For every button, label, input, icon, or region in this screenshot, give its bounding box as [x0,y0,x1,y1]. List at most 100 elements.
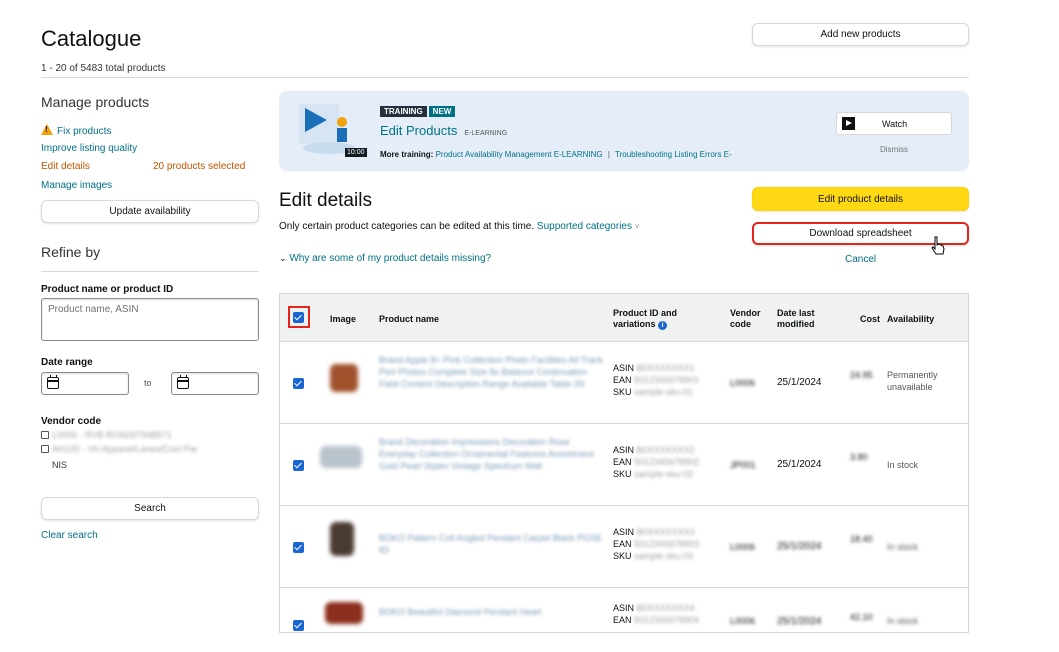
cost-value: 24.95 [850,370,873,380]
availability-status: In stock [887,616,919,626]
col-date-line1: Date last [777,308,815,318]
product-name-link[interactable]: Brand Decoration Impressions Decoration … [379,436,604,472]
vendor-option-label: AH120 - VH Apparel/Lanes/Cool Par [52,444,198,454]
watch-label: Watch [882,119,908,129]
date-modified: 25/1/2024 [777,616,822,627]
edit-description-text: Only certain product categories can be e… [279,221,535,232]
missing-details-link[interactable]: Why are some of my product details missi… [289,253,491,264]
sku-label: SKU [613,387,632,397]
edit-description: Only certain product categories can be e… [279,221,639,232]
vendor-option[interactable]: AH120 - VH Apparel/Lanes/Cool Par [41,444,198,454]
sku-label: SKU [613,551,632,561]
ean-value: 5012345678901 [634,375,700,385]
product-image[interactable] [325,602,363,624]
update-availability-button[interactable]: Update availability [41,200,259,223]
add-new-products-button[interactable]: Add new products [752,23,969,46]
duration-badge: 10:00 [345,148,367,157]
training-link-availability[interactable]: Product Availability Management E-LEARNI… [436,150,603,159]
col-vendor-line1: Vendor [730,308,761,318]
banner-title-link[interactable]: Edit Products [380,123,457,138]
cost-value: 42.10 [850,612,873,622]
table-row[interactable]: BOKO Pattern Coil Angled Pendant Carpet … [280,506,968,588]
checkbox[interactable] [41,431,49,439]
dismiss-link[interactable]: Dismiss [880,145,908,154]
product-ids: ASIN B0XXXXXXX1 EAN 5012345678901 SKU sa… [613,362,699,398]
date-to-label: to [144,378,152,388]
edit-details-link[interactable]: Edit details [41,161,90,172]
cancel-link[interactable]: Cancel [845,254,876,265]
asin-label: ASIN [613,363,635,373]
table-row[interactable]: Brand Decoration Impressions Decoration … [280,424,968,506]
sku-value: sample-sku-01 [634,387,694,397]
warning-icon [41,124,53,135]
row-checkbox[interactable] [293,378,304,389]
table-row[interactable]: BOKO Beautiful Diamond Pendant Heart ASI… [280,588,968,632]
table-header: Image Product name Product ID and variat… [280,294,968,342]
table-row[interactable]: Brand Apple 8+ Pink Collection Photo Fac… [280,342,968,424]
availability-status: In stock [887,542,919,552]
vendor-code: JP001 [730,460,756,470]
product-name-link[interactable]: BOKO Beautiful Diamond Pendant Heart [379,606,604,618]
product-image[interactable] [330,364,358,392]
date-modified: 25/1/2024 [777,377,822,388]
edit-product-details-button[interactable]: Edit product details [752,187,969,211]
page-title: Catalogue [41,26,142,51]
row-checkbox[interactable] [293,620,304,631]
ean-label: EAN [613,539,632,549]
refine-by-title: Refine by [41,244,101,260]
vendor-extra: NIS [52,460,68,470]
ean-value: 5012345678903 [634,539,700,549]
checkbox[interactable] [41,445,49,453]
info-icon[interactable]: i [658,321,668,330]
col-date-line2: modified [777,319,815,329]
col-vendor-line2: code [730,319,752,329]
more-training-label: More training: [380,150,434,159]
header-divider [41,77,969,78]
products-table: Image Product name Product ID and variat… [279,293,969,633]
more-training-row: More training: Product Availability Mana… [380,150,732,159]
selected-count: 20 products selected [153,161,246,172]
banner-subtitle: E-LEARNING [464,130,508,137]
date-to-input[interactable] [171,372,259,395]
missing-details-toggle[interactable]: ⌄ Why are some of my product details mis… [279,253,491,264]
supported-categories-link[interactable]: Supported categories [537,221,632,232]
select-all-checkbox[interactable] [293,312,304,323]
cost-value: 3.80 [850,452,868,462]
sku-value: sample-sku-02 [634,469,694,479]
ean-label: EAN [613,615,632,625]
refine-divider [41,271,259,272]
product-name-link[interactable]: Brand Apple 8+ Pink Collection Photo Fac… [379,354,604,390]
product-image[interactable] [320,446,362,468]
asin-value: B0XXXXXXX2 [636,445,695,455]
col-product-id-line1: Product ID and [613,308,678,318]
training-badge: TRAINING [380,106,427,117]
col-product-id: Product ID and variations i [613,308,677,330]
date-modified: 25/1/2024 [777,459,822,470]
col-cost: Cost [860,314,880,324]
asin-label: ASIN [613,527,635,537]
improve-listing-link[interactable]: Improve listing quality [41,143,137,154]
watch-button[interactable]: Watch [836,112,952,135]
product-name-link[interactable]: BOKO Pattern Coil Angled Pendant Carpet … [379,532,604,556]
row-checkbox[interactable] [293,460,304,471]
clear-search-link[interactable]: Clear search [41,530,98,541]
vendor-code-label: Vendor code [41,416,102,427]
product-search-input[interactable]: Product name, ASIN [41,298,259,341]
vendor-option-label: L0006 - RVB ROAD07948571 [52,430,172,440]
date-from-input[interactable] [41,372,129,395]
fix-products-link[interactable]: Fix products [41,124,111,137]
row-checkbox[interactable] [293,542,304,553]
training-thumbnail[interactable]: 10:00 [297,100,372,160]
asin-value: B0XXXXXXX1 [636,363,695,373]
training-link-troubleshooting[interactable]: Troubleshooting Listing Errors E- [615,150,732,159]
product-image[interactable] [330,522,354,556]
vendor-code: L0006 [730,542,756,552]
col-vendor-code: Vendor code [730,308,761,330]
vendor-option[interactable]: L0006 - RVB ROAD07948571 [41,430,172,440]
ean-value: 5012345678902 [634,457,700,467]
fix-products-label: Fix products [57,126,112,137]
product-ids: ASIN B0XXXXXXX2 EAN 5012345678902 SKU sa… [613,444,699,480]
search-button[interactable]: Search [41,497,259,520]
product-ids: ASIN B0XXXXXXX3 EAN 5012345678903 SKU sa… [613,526,699,562]
manage-images-link[interactable]: Manage images [41,180,112,191]
